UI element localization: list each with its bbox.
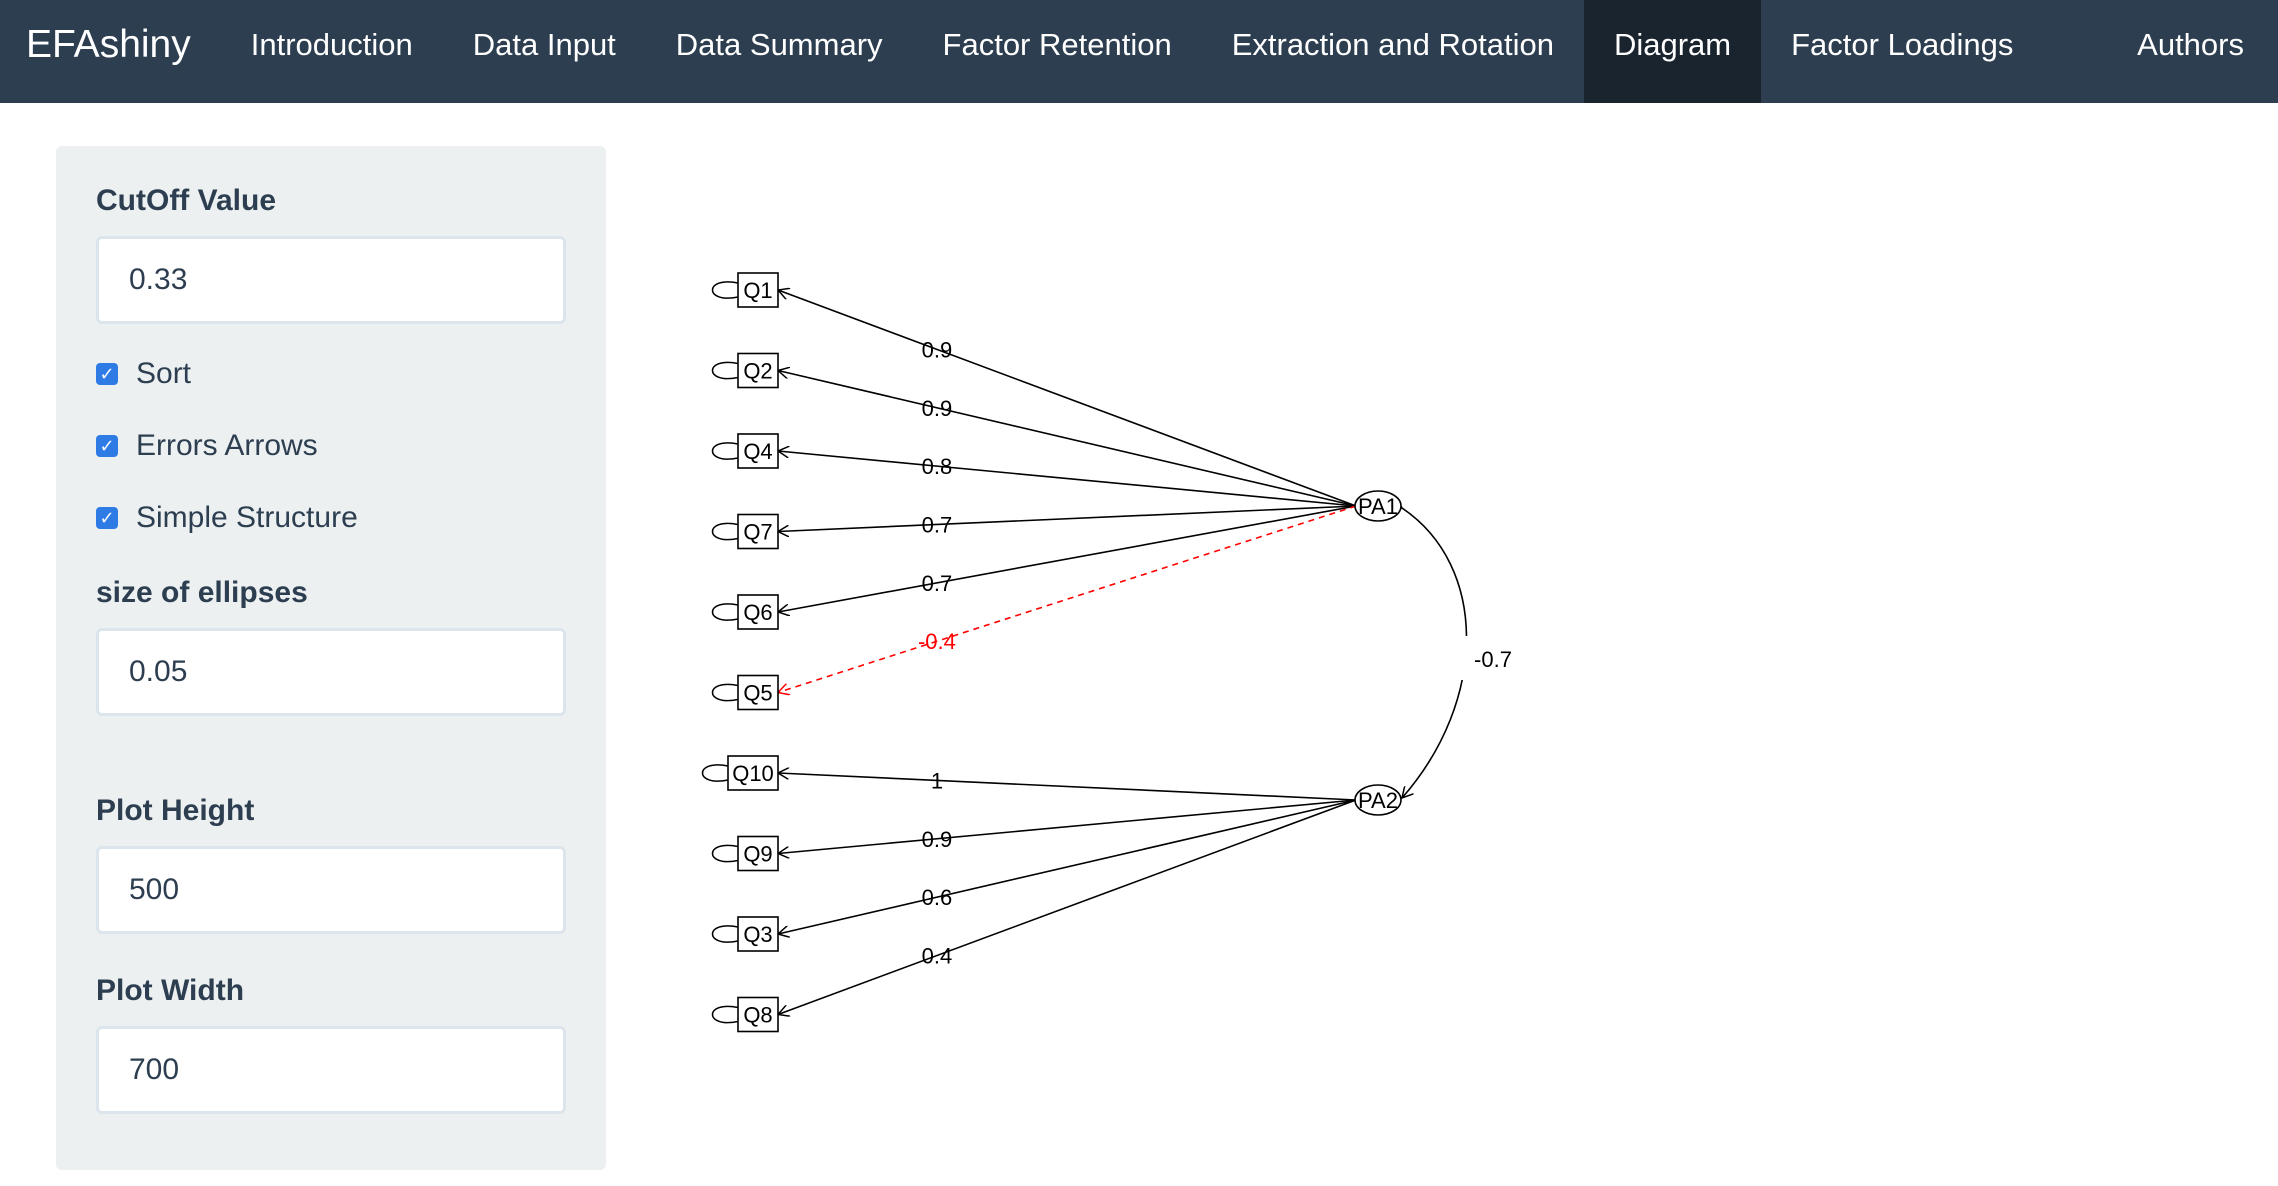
loading-label-q8: 0.4	[922, 944, 953, 969]
item-label-q1: Q1	[743, 278, 772, 303]
loading-label-q2: 0.9	[922, 396, 953, 421]
loading-label-q1: 0.9	[922, 337, 953, 362]
item-label-q2: Q2	[743, 359, 772, 384]
loading-edge-q4	[778, 451, 1357, 507]
loading-label-q3: 0.6	[922, 885, 953, 910]
loading-edge-q5	[778, 505, 1357, 693]
item-label-q10: Q10	[732, 761, 774, 786]
item-label-q9: Q9	[743, 842, 772, 867]
item-label-q6: Q6	[743, 600, 772, 625]
factor-diagram: 0.9 0.9 0.8 0.7 0.7 -0.4 1 0.9 0.6 0.4 -0.7 Q1 Q2 Q4…	[701, 272, 1528, 1033]
loading-label-q5: -0.4	[918, 629, 956, 654]
item-label-q7: Q7	[743, 520, 772, 545]
item-label-q5: Q5	[743, 681, 772, 706]
loading-label-q7: 0.7	[922, 512, 953, 537]
loading-edge-q8	[778, 799, 1357, 1015]
error-arrow-q1	[711, 281, 739, 299]
error-arrow-q9	[711, 844, 739, 863]
error-arrow-q10	[701, 764, 729, 782]
factor-label-pa1: PA1	[1358, 494, 1398, 519]
loading-edge-q6	[778, 505, 1357, 612]
error-arrow-q6	[711, 603, 739, 621]
item-label-q8: Q8	[743, 1003, 772, 1028]
error-arrow-q5	[711, 683, 739, 702]
loading-edge-q1	[778, 290, 1357, 507]
error-arrow-q8	[711, 1005, 739, 1024]
error-arrow-q2	[711, 361, 739, 380]
error-arrow-q4	[711, 442, 739, 460]
factor-correlation-label: -0.7	[1474, 647, 1512, 672]
loading-edge-q3	[778, 799, 1357, 934]
loading-edge-q10	[778, 773, 1357, 801]
loading-edge-q7	[778, 505, 1357, 532]
item-label-q3: Q3	[743, 922, 772, 947]
loading-label-q4: 0.8	[922, 454, 953, 479]
loading-edge-q2	[778, 371, 1357, 507]
loading-label-q9: 0.9	[922, 827, 953, 852]
loading-edge-q9	[778, 799, 1357, 854]
factor-label-pa2: PA2	[1358, 788, 1398, 813]
item-label-q4: Q4	[743, 439, 772, 464]
loading-label-q6: 0.7	[922, 571, 953, 596]
loading-label-q10: 1	[931, 768, 943, 793]
error-arrow-q7	[711, 522, 739, 541]
error-arrow-q3	[711, 925, 739, 943]
